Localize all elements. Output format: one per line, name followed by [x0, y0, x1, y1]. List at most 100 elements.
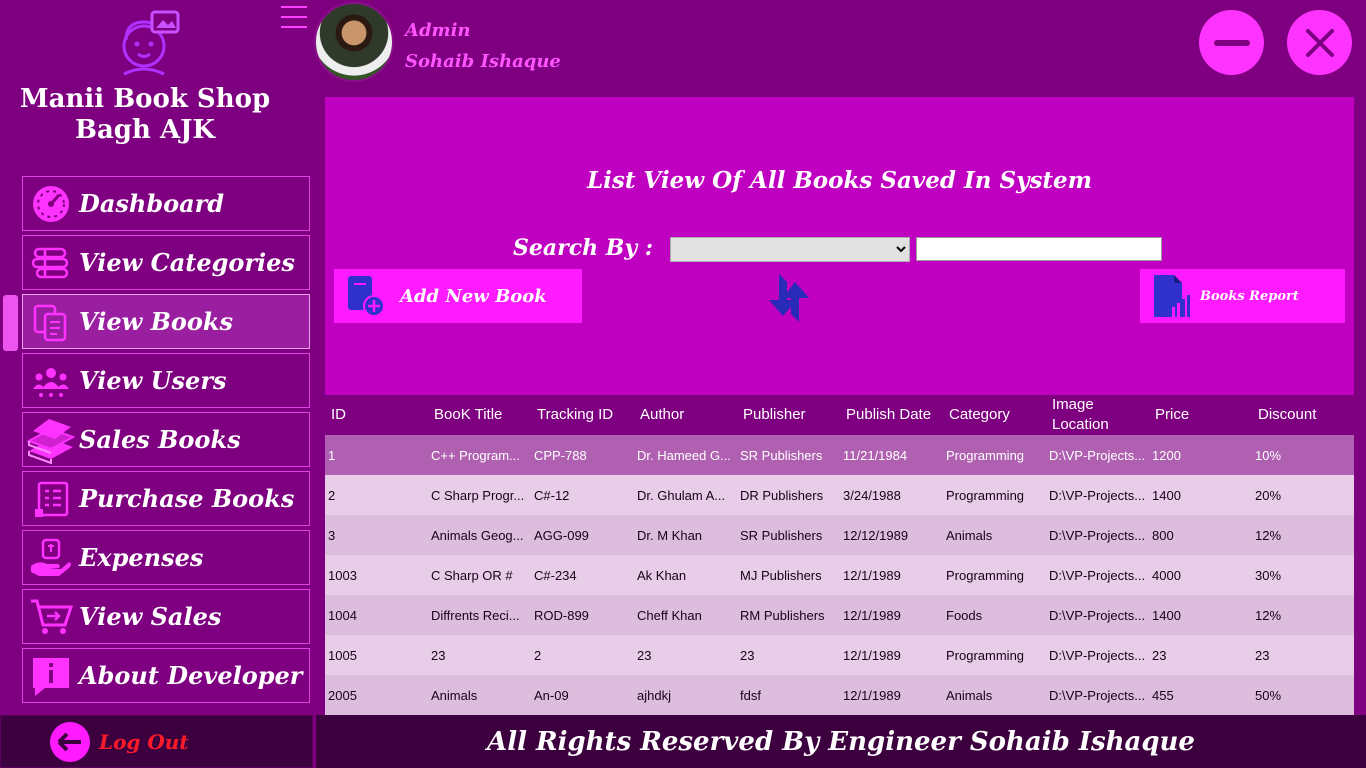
table-cell: D:\VP-Projects...	[1049, 647, 1146, 663]
table-header: ID BooK Title Tracking ID Author Publish…	[325, 395, 1354, 435]
books-copy-icon	[23, 295, 79, 348]
table-cell: Programming	[946, 567, 1025, 583]
table-cell: ROD-899	[534, 607, 589, 623]
sidebar-item-label: View Users	[79, 366, 227, 395]
table-cell: 12/1/1989	[843, 567, 901, 583]
table-row[interactable]: 1 C++ Program... CPP-788 Dr. Hameed G... SR …	[325, 435, 1354, 475]
minimize-icon	[1213, 39, 1250, 46]
table-cell: AGG-099	[534, 527, 589, 543]
table-cell: 12/1/1989	[843, 687, 901, 703]
table-cell: 2005	[328, 687, 357, 703]
table-cell: 1005	[328, 647, 357, 663]
table-cell: Ak Khan	[637, 567, 687, 583]
search-label: Search By :	[513, 235, 653, 261]
table-cell: ajhdkj	[637, 687, 671, 703]
sidebar-item-dashboard[interactable]: Dashboard	[22, 176, 310, 231]
table-cell: 1	[328, 447, 336, 463]
table-cell: 23	[1152, 647, 1167, 663]
search-by-select[interactable]	[670, 237, 910, 262]
table-cell: 23	[1255, 647, 1270, 663]
table-row[interactable]: 2005 Animals An-09 ajhdkj fdsf 12/1/1989 Anima…	[325, 675, 1354, 715]
table-cell: Animals	[946, 527, 993, 543]
column-header[interactable]: Discount	[1252, 395, 1354, 435]
users-icon	[23, 354, 79, 407]
column-header[interactable]: Category	[943, 395, 1046, 435]
table-cell: 12/1/1989	[843, 607, 901, 623]
table-cell: C#-234	[534, 567, 577, 583]
sidebar-item-label: View Categories	[79, 248, 295, 277]
table-cell: Programming	[946, 487, 1025, 503]
sidebar-item-label: Sales Books	[79, 425, 241, 454]
column-header[interactable]: Publisher	[737, 395, 840, 435]
logout-button[interactable]: Log Out	[0, 715, 313, 768]
sidebar-item-label: Purchase Books	[79, 484, 295, 513]
table-cell: Diffrents Reci...	[431, 607, 520, 623]
table-cell: CPP-788	[534, 447, 587, 463]
column-header[interactable]: Tracking ID	[531, 395, 634, 435]
table-cell: 2	[534, 647, 542, 663]
sidebar-item-label: Dashboard	[79, 189, 225, 218]
column-header[interactable]: Author	[634, 395, 737, 435]
sidebar-item-label: View Sales	[79, 602, 222, 631]
user-avatar	[314, 2, 394, 82]
table-cell: Dr. M Khan	[637, 527, 703, 543]
table-cell: 455	[1152, 687, 1174, 703]
dashboard-gauge-icon	[23, 177, 79, 230]
sidebar-item-view-sales[interactable]: View Sales	[22, 589, 310, 644]
table-cell: 1400	[1152, 607, 1181, 623]
table-cell: 23	[431, 647, 446, 663]
books-report-button[interactable]: Books Report	[1140, 269, 1345, 323]
sidebar-item-view-users[interactable]: View Users	[22, 353, 310, 408]
column-header[interactable]: Publish Date	[840, 395, 943, 435]
info-icon	[23, 649, 79, 702]
table-cell: 1400	[1152, 487, 1181, 503]
table-cell: 3/24/1988	[843, 487, 901, 503]
close-icon	[1305, 28, 1334, 57]
table-cell: Programming	[946, 647, 1025, 663]
shop-name-line1: Manii Book Shop	[19, 84, 271, 114]
sidebar-item-sales-books[interactable]: Sales Books	[22, 412, 310, 467]
table-row[interactable]: 1003 C Sharp OR # C#-234 Ak Khan MJ Publishe…	[325, 555, 1354, 595]
books-table: ID BooK Title Tracking ID Author Publish…	[325, 395, 1354, 715]
close-button[interactable]	[1287, 10, 1352, 75]
column-header[interactable]: BooK Title	[428, 395, 531, 435]
minimize-button[interactable]	[1199, 10, 1264, 75]
table-row[interactable]: 1005 23 2 23 23 12/1/1989 Programming D:\VP-Pro…	[325, 635, 1354, 675]
table-cell: 1004	[328, 607, 357, 623]
table-cell: Animals	[431, 687, 478, 703]
table-row[interactable]: 2 C Sharp Progr... C#-12 Dr. Ghulam A... DR …	[325, 475, 1354, 515]
column-header[interactable]: ID	[325, 395, 428, 435]
table-cell: C Sharp Progr...	[431, 487, 525, 503]
column-header[interactable]: Image Location	[1046, 395, 1149, 435]
table-cell: 20%	[1255, 487, 1282, 503]
hand-money-icon	[23, 531, 79, 584]
add-new-book-button[interactable]: Add New Book	[334, 269, 582, 323]
sidebar-nav: Dashboard View Categories View Books Vie…	[22, 176, 310, 707]
logout-label: Log Out	[99, 729, 189, 754]
sidebar-item-expenses[interactable]: Expenses	[22, 530, 310, 585]
sidebar-item-label: View Books	[79, 307, 234, 336]
table-cell: 23	[637, 647, 652, 663]
table-cell: Animals Geog...	[431, 527, 524, 543]
refresh-icon[interactable]	[761, 270, 817, 326]
table-cell: D:\VP-Projects...	[1049, 487, 1146, 503]
sidebar-item-about-developer[interactable]: About Developer	[22, 648, 310, 703]
table-cell: fdsf	[740, 687, 761, 703]
sidebar-item-purchase-books[interactable]: Purchase Books	[22, 471, 310, 526]
shop-name-line2: Bagh AJK	[74, 115, 216, 145]
table-cell: D:\VP-Projects...	[1049, 447, 1146, 463]
table-cell: DR Publishers	[740, 487, 824, 503]
table-cell: 50%	[1255, 687, 1282, 703]
table-row[interactable]: 1004 Diffrents Reci... ROD-899 Cheff Khan RM…	[325, 595, 1354, 635]
table-cell: SR Publishers	[740, 527, 823, 543]
table-cell: D:\VP-Projects...	[1049, 527, 1146, 543]
menu-toggle-icon[interactable]	[281, 6, 307, 30]
column-header[interactable]: Price	[1149, 395, 1252, 435]
sidebar-item-view-categories[interactable]: View Categories	[22, 235, 310, 290]
footer-text: All Rights Reserved By Engineer Sohaib I…	[316, 715, 1366, 768]
table-cell: 1200	[1152, 447, 1181, 463]
table-cell: 12/12/1989	[843, 527, 909, 543]
sidebar-item-view-books[interactable]: View Books	[22, 294, 310, 349]
table-row[interactable]: 3 Animals Geog... AGG-099 Dr. M Khan SR Publ…	[325, 515, 1354, 555]
search-input[interactable]	[916, 237, 1162, 261]
